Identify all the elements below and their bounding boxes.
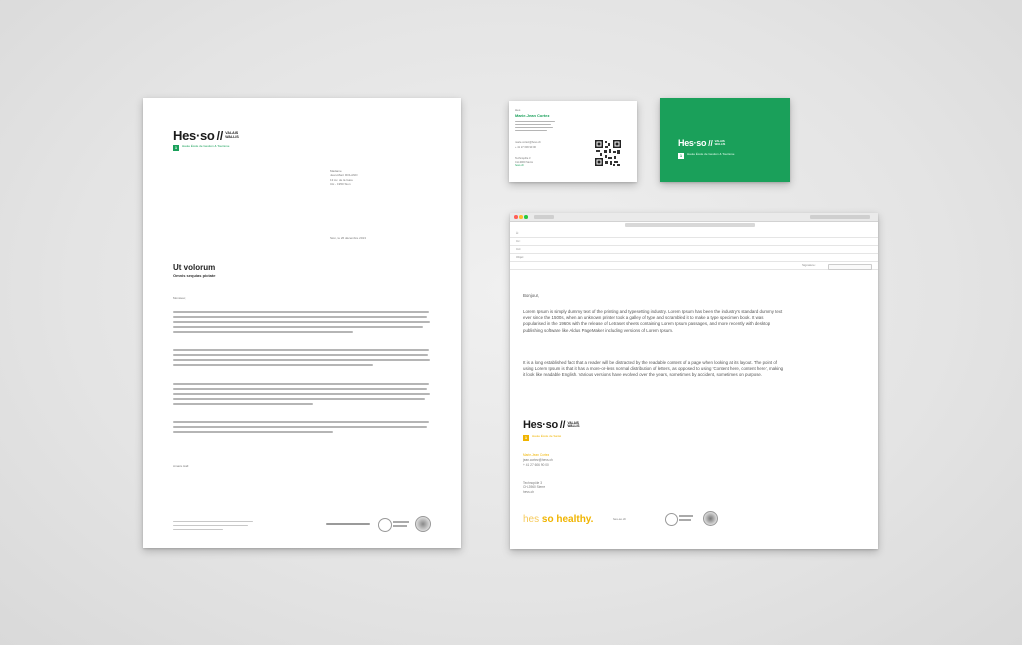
- email-paragraph-2: It is a long established fact that a rea…: [523, 360, 784, 378]
- card-address-line: hevs.ch: [515, 164, 524, 168]
- logo-slashes: //: [559, 419, 566, 431]
- logo-region: VALAIS WALLIS: [714, 139, 726, 146]
- card-address: Technopôle 3 CH-3960 Sierre hevs.ch: [515, 157, 533, 168]
- stationery-mockup-scene: { "letter": { "brand": "Hes·so", "brand_…: [0, 0, 1022, 645]
- toolbar-icons-right[interactable]: [810, 215, 870, 219]
- school-name: Haute École de Santé: [532, 434, 562, 438]
- seal-icon: [665, 513, 678, 526]
- slogan: hes so healthy.: [523, 514, 593, 525]
- logo-region: VALAIS WALLIS: [225, 131, 239, 139]
- card-greeting: Hes: [515, 108, 521, 112]
- email-window: À: Cc: Cci: Objet: Signature: Bonjour, L…: [510, 213, 878, 549]
- card-email: marie.cortez@hevs.ch: [515, 141, 541, 144]
- address-line: CH - 1950 Sion: [330, 182, 351, 187]
- signature-phone: + 41 27 606 90 00: [523, 463, 549, 467]
- logo-slashes: //: [708, 138, 713, 148]
- toolbar-icons-left[interactable]: [534, 215, 554, 219]
- school-badge: 1: [523, 435, 529, 441]
- slogan-main: so healthy.: [541, 514, 594, 525]
- qr-code-icon: [594, 139, 622, 167]
- logo-wordmark: Hes·so: [678, 138, 707, 148]
- letter-subtitle: Omnis sequias pictate: [173, 273, 216, 278]
- signature-select[interactable]: [828, 263, 872, 270]
- signature-row: Signature:: [510, 262, 878, 270]
- signature-logo: Hes·so // VALAIS WALLIS: [523, 419, 580, 431]
- signature-email[interactable]: jean.cortez@hevs.ch: [523, 458, 553, 462]
- school-badge: 1: [678, 153, 684, 159]
- school-badge: 1: [173, 145, 179, 151]
- signature-name: Marie-Jean Cortez: [523, 453, 550, 457]
- emblem-icon: [415, 516, 431, 532]
- zoom-window-button[interactable]: [524, 215, 528, 219]
- logo-region: VALAIS WALLIS: [567, 421, 580, 428]
- window-titlebar: [510, 213, 878, 222]
- email-greeting: Bonjour,: [523, 293, 540, 298]
- school-label: 1 Haute École de Gestion & Tourisme: [173, 144, 242, 151]
- footer-domain: hes-so.ch: [613, 517, 627, 521]
- business-card-front: Hes Marie-Jean Cortez marie.cortez@hevs.…: [509, 101, 637, 182]
- recipient-address: Madame Jean-Marc ROLAND 13 Av. de la Gar…: [330, 169, 358, 187]
- card-name: Marie-Jean Cortez: [515, 113, 550, 118]
- business-card-back: Hes·so // VALAIS WALLIS 1 Haute École de…: [660, 98, 790, 182]
- signature-address: Technopôle 3 CH-3960 Sierre hevs.ch: [523, 481, 545, 494]
- to-field[interactable]: À:: [510, 230, 878, 238]
- minimize-window-button[interactable]: [519, 215, 523, 219]
- letter-title: Ut volorum: [173, 263, 216, 272]
- letter-date: Sion, le 26 décembre 2013: [330, 236, 366, 240]
- letter-signoff: Amaze Hall: [173, 464, 189, 468]
- letter-salutation: Monsieur,: [173, 296, 187, 300]
- logo-wordmark: Hes·so: [173, 128, 215, 143]
- subject-field[interactable]: Objet:: [510, 254, 878, 262]
- signature-label: Signature:: [802, 263, 816, 267]
- logo-slashes: //: [216, 128, 224, 143]
- email-paragraph-1: Lorem Ipsum is simply dummy text of the …: [523, 309, 783, 333]
- signature-school: 1 Haute École de Santé: [523, 434, 572, 441]
- close-window-button[interactable]: [514, 215, 518, 219]
- emblem-icon: [703, 511, 718, 526]
- card-back-school: 1 Haute École de Gestion & Tourisme: [678, 152, 735, 159]
- hes-so-logo: Hes·so // VALAIS WALLIS: [173, 128, 239, 143]
- slogan-prefix: hes: [523, 514, 540, 525]
- school-name: Haute École de Gestion & Tourisme: [687, 152, 735, 156]
- logo-wordmark: Hes·so: [523, 419, 558, 431]
- card-phone: + 41 27 606 90 00: [515, 146, 536, 149]
- school-name: Haute École de Gestion & Tourisme: [182, 144, 230, 148]
- card-back-logo: Hes·so // VALAIS WALLIS: [678, 138, 726, 148]
- format-toolbar[interactable]: [625, 223, 755, 227]
- bcc-field[interactable]: Cci:: [510, 246, 878, 254]
- seal-icon: [378, 518, 392, 532]
- letterhead-sheet: Hes·so // VALAIS WALLIS 1 Haute École de…: [143, 98, 461, 548]
- cc-field[interactable]: Cc:: [510, 238, 878, 246]
- signature-address-line: hevs.ch: [523, 489, 534, 494]
